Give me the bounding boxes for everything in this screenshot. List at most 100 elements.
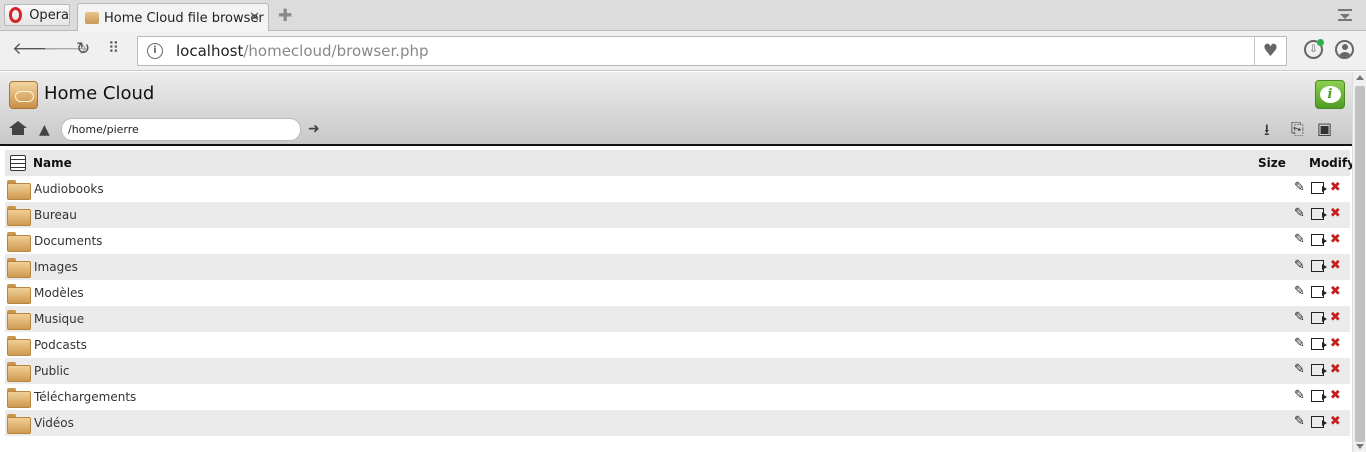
folder-name[interactable]: Musique	[34, 312, 84, 326]
address-bar[interactable]: i localhost /homecloud/browser.php ♥	[137, 36, 1287, 66]
rename-icon[interactable]: ✎	[1294, 232, 1305, 247]
scroll-down-icon[interactable]	[1356, 444, 1364, 449]
folder-name[interactable]: Documents	[34, 234, 102, 248]
move-icon[interactable]	[1310, 311, 1327, 324]
rename-icon[interactable]: ✎	[1294, 206, 1305, 221]
move-icon[interactable]	[1310, 181, 1327, 194]
move-icon[interactable]	[1310, 207, 1327, 220]
scroll-up-icon[interactable]	[1356, 75, 1364, 80]
rename-icon[interactable]: ✎	[1294, 284, 1305, 299]
table-row[interactable]: Podcasts ✎ ✖	[5, 332, 1350, 358]
move-icon[interactable]	[1310, 337, 1327, 350]
delete-icon[interactable]: ✖	[1330, 310, 1341, 325]
move-icon[interactable]	[1310, 363, 1327, 376]
move-icon[interactable]	[1310, 233, 1327, 246]
table-row[interactable]: Modèles ✎ ✖	[5, 280, 1350, 306]
speed-dial-icon[interactable]: ⠿	[108, 39, 119, 57]
home-cloud-logo-icon	[9, 81, 38, 109]
table-row[interactable]: Vidéos ✎ ✖	[5, 410, 1350, 436]
table-row[interactable]: Public ✎ ✖	[5, 358, 1350, 384]
delete-icon[interactable]: ✖	[1330, 258, 1341, 273]
folder-icon	[7, 232, 31, 252]
folder-favicon-icon	[85, 12, 99, 24]
path-input[interactable]	[61, 118, 301, 141]
rename-icon[interactable]: ✎	[1294, 180, 1305, 195]
home-cloud-page: Home Cloud i ▲ ➜ ⭳ ⎘ ▣ Name Size Modify …	[0, 72, 1366, 452]
account-icon[interactable]	[1335, 40, 1354, 59]
info-icon: i	[1319, 86, 1341, 103]
rename-icon[interactable]: ✎	[1294, 414, 1305, 429]
table-row[interactable]: Audiobooks ✎ ✖	[5, 176, 1350, 202]
delete-icon[interactable]: ✖	[1330, 206, 1341, 221]
table-row[interactable]: Documents ✎ ✖	[5, 228, 1350, 254]
parent-folder-icon[interactable]: ▲	[39, 122, 50, 138]
bookmark-heart-icon[interactable]: ♥	[1254, 37, 1286, 65]
file-table-header: Name Size Modify	[5, 150, 1355, 176]
delete-icon[interactable]: ✖	[1330, 284, 1341, 299]
folder-name[interactable]: Audiobooks	[34, 182, 104, 196]
rename-icon[interactable]: ✎	[1294, 310, 1305, 325]
page-scrollbar[interactable]	[1352, 72, 1366, 452]
home-icon[interactable]	[9, 121, 27, 135]
opera-logo-icon	[9, 7, 23, 23]
delete-icon[interactable]: ✖	[1330, 414, 1341, 429]
rename-icon[interactable]: ✎	[1294, 362, 1305, 377]
app-header: Home Cloud i ▲ ➜ ⭳ ⎘ ▣	[0, 72, 1352, 146]
move-icon[interactable]	[1310, 389, 1327, 402]
reload-icon[interactable]: ↻	[76, 39, 90, 59]
folder-name[interactable]: Modèles	[34, 286, 84, 300]
scrollbar-thumb[interactable]	[1355, 86, 1365, 442]
folder-name[interactable]: Images	[34, 260, 78, 274]
move-icon[interactable]	[1310, 285, 1327, 298]
select-all-list-icon[interactable]	[10, 155, 26, 171]
folder-name[interactable]: Vidéos	[34, 416, 74, 430]
info-button[interactable]: i	[1315, 80, 1345, 109]
download-icon[interactable]: ⇩	[1304, 39, 1324, 59]
folder-icon	[7, 414, 31, 434]
move-icon[interactable]	[1310, 259, 1327, 272]
table-row[interactable]: Téléchargements ✎ ✖	[5, 384, 1350, 410]
browser-tab-strip: Opera Home Cloud file browser ✕ ✚	[0, 0, 1366, 32]
opera-menu-label: Opera	[29, 7, 69, 23]
folder-name[interactable]: Téléchargements	[34, 390, 136, 404]
go-arrow-icon[interactable]: ➜	[308, 121, 320, 137]
browser-toolbar: 🡐 🡒 ↻ ⠿ i localhost /homecloud/browser.p…	[0, 31, 1366, 71]
new-folder-icon[interactable]: ▣	[1317, 119, 1332, 138]
new-file-icon[interactable]: ⎘	[1291, 119, 1304, 139]
folder-icon	[7, 180, 31, 200]
table-row[interactable]: Musique ✎ ✖	[5, 306, 1350, 332]
column-modify: Modify	[1309, 156, 1355, 170]
folder-icon	[7, 258, 31, 278]
file-list: Audiobooks ✎ ✖ Bureau ✎ ✖ Documents ✎ ✖ Images…	[5, 176, 1350, 436]
opera-menu-button[interactable]: Opera	[4, 4, 70, 26]
folder-icon	[7, 284, 31, 304]
folder-name[interactable]: Podcasts	[34, 338, 87, 352]
tab-title: Home Cloud file browser	[104, 10, 264, 26]
rename-icon[interactable]: ✎	[1294, 388, 1305, 403]
delete-icon[interactable]: ✖	[1330, 180, 1341, 195]
app-title: Home Cloud	[44, 83, 155, 104]
rename-icon[interactable]: ✎	[1294, 258, 1305, 273]
delete-icon[interactable]: ✖	[1330, 362, 1341, 377]
url-path: /homecloud/browser.php	[243, 42, 429, 60]
table-row[interactable]: Bureau ✎ ✖	[5, 202, 1350, 228]
tab-menu-icon[interactable]	[1338, 9, 1352, 21]
table-row[interactable]: Images ✎ ✖	[5, 254, 1350, 280]
site-info-icon[interactable]: i	[147, 43, 163, 59]
delete-icon[interactable]: ✖	[1330, 388, 1341, 403]
column-name[interactable]: Name	[33, 156, 72, 170]
close-tab-icon[interactable]: ✕	[249, 10, 260, 25]
move-icon[interactable]	[1310, 415, 1327, 428]
delete-icon[interactable]: ✖	[1330, 232, 1341, 247]
folder-name[interactable]: Bureau	[34, 208, 77, 222]
folder-name[interactable]: Public	[34, 364, 70, 378]
upload-download-icon[interactable]: ⭳	[1264, 119, 1270, 146]
folder-icon	[7, 336, 31, 356]
folder-icon	[7, 206, 31, 226]
rename-icon[interactable]: ✎	[1294, 336, 1305, 351]
column-size[interactable]: Size	[1258, 156, 1286, 170]
new-tab-icon[interactable]: ✚	[278, 6, 292, 26]
delete-icon[interactable]: ✖	[1330, 336, 1341, 351]
download-status-dot	[1317, 39, 1324, 46]
tab-home-cloud[interactable]: Home Cloud file browser ✕	[77, 3, 269, 32]
